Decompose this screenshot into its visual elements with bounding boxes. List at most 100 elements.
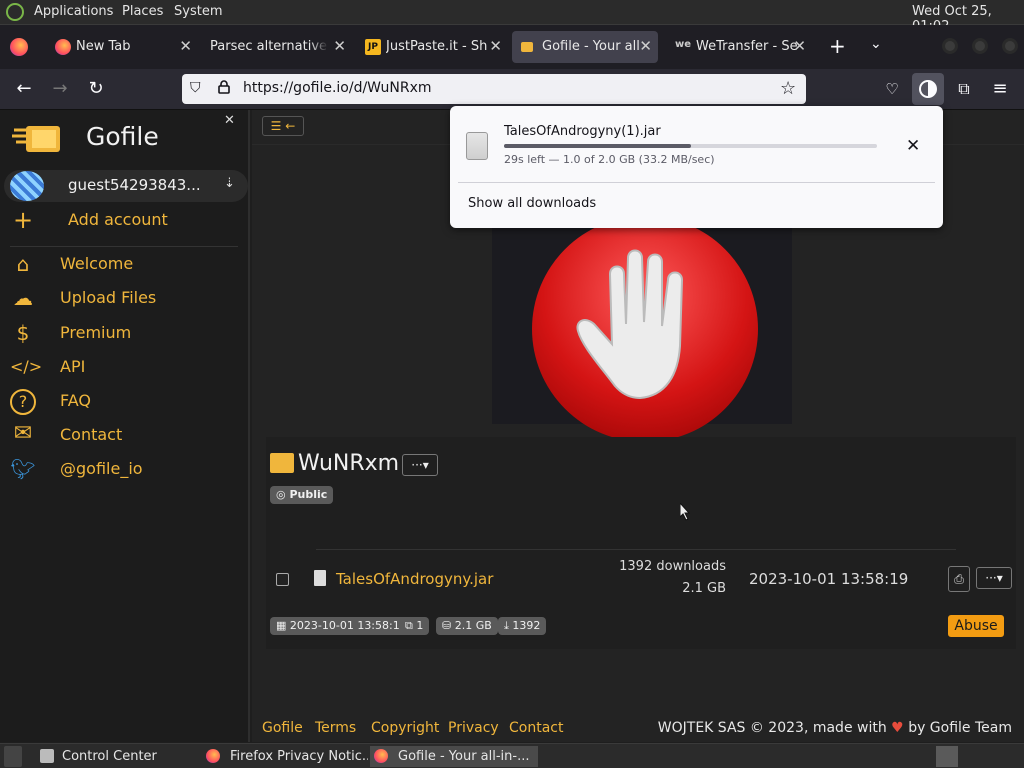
system-logo-icon[interactable] bbox=[6, 3, 24, 21]
tab-gofile[interactable]: Gofile - Your all ✕ bbox=[512, 31, 658, 63]
taskbar-item-label: Control Center bbox=[62, 749, 157, 764]
downloads-panel: TalesOfAndrogyny(1).jar 29s left — 1.0 o… bbox=[450, 106, 943, 228]
footer-link-privacy[interactable]: Privacy bbox=[448, 720, 499, 736]
footer-link-terms[interactable]: Terms bbox=[315, 720, 356, 736]
sidebar-item-twitter[interactable]: 🐦︎ @gofile_io bbox=[0, 455, 248, 485]
file-menu-button[interactable]: ···▾ bbox=[976, 567, 1012, 589]
footer-link-contact[interactable]: Contact bbox=[509, 720, 563, 736]
sidebar: Gofile ✕ guest54293843... ⇣ + Add accoun… bbox=[0, 110, 250, 742]
size-chip-label: 2.1 GB bbox=[454, 619, 492, 632]
visibility-label: Public bbox=[289, 488, 328, 501]
taskbar-item-gofile[interactable]: Gofile - Your all-in-... bbox=[370, 746, 538, 767]
date-chip: ▦ 2023-10-01 13:58:18 bbox=[270, 617, 413, 635]
bookmark-star-icon[interactable]: ☆ bbox=[780, 78, 796, 99]
file-size: 2.1 GB bbox=[682, 581, 726, 596]
hamburger-menu-icon[interactable]: ≡ bbox=[988, 77, 1012, 101]
extensions-puzzle-icon[interactable]: ⧉ bbox=[952, 77, 976, 101]
file-date: 2023-10-01 13:58:19 bbox=[749, 570, 909, 588]
close-icon[interactable]: ✕ bbox=[333, 37, 346, 55]
gofile-logo[interactable] bbox=[12, 120, 62, 154]
shield-icon[interactable]: ⛉ bbox=[190, 80, 201, 96]
folder-menu-button[interactable]: ···▾ bbox=[402, 454, 438, 476]
brand-title[interactable]: Gofile bbox=[86, 122, 159, 151]
url-bar[interactable]: ⛉ https://gofile.io/d/WuNRxm ☆ bbox=[182, 74, 806, 104]
divider bbox=[458, 182, 935, 183]
close-sidebar-icon[interactable]: ✕ bbox=[224, 113, 235, 128]
show-desktop-icon[interactable] bbox=[4, 746, 22, 767]
sidebar-item-label: FAQ bbox=[60, 391, 91, 410]
url-text[interactable]: https://gofile.io/d/WuNRxm bbox=[243, 80, 432, 96]
twitter-icon: 🐦︎ bbox=[10, 457, 36, 481]
avatar bbox=[10, 171, 44, 201]
downloads-button[interactable] bbox=[912, 73, 944, 105]
file-name-link[interactable]: TalesOfAndrogyny.jar bbox=[336, 570, 493, 588]
close-icon[interactable]: ✕ bbox=[793, 37, 806, 55]
taskbar-item-label: Gofile - Your all-in-... bbox=[398, 749, 530, 764]
gofile-icon bbox=[521, 42, 533, 52]
firefox-icon bbox=[206, 749, 220, 763]
taskbar-item-control-center[interactable]: Control Center bbox=[36, 746, 196, 767]
account-selector[interactable]: guest54293843... ⇣ bbox=[4, 170, 248, 202]
close-icon[interactable]: ✕ bbox=[639, 37, 652, 55]
download-progress-track bbox=[504, 144, 877, 148]
folder-name: WuNRxm bbox=[298, 451, 400, 476]
wetransfer-icon: we bbox=[675, 39, 692, 50]
firefox-menu-icon[interactable] bbox=[10, 38, 28, 56]
file-checkbox[interactable] bbox=[276, 573, 289, 586]
file-downloads: 1392 downloads bbox=[619, 559, 726, 574]
sidebar-item-premium[interactable]: $ Premium bbox=[0, 319, 248, 349]
sidebar-item-welcome[interactable]: ⌂ Welcome bbox=[0, 250, 248, 280]
stop-hand-icon bbox=[532, 216, 758, 442]
toggle-sidebar-button[interactable]: ☰ ← bbox=[262, 116, 304, 136]
tab-parsec[interactable]: Parsec alternative fo ✕ bbox=[200, 31, 352, 63]
menu-system[interactable]: System bbox=[174, 4, 222, 19]
minimize-window-icon[interactable] bbox=[942, 38, 958, 54]
show-all-downloads-button[interactable]: Show all downloads bbox=[468, 196, 596, 211]
close-icon[interactable]: ✕ bbox=[179, 37, 192, 55]
taskbar-item-firefox-privacy[interactable]: Firefox Privacy Notic... bbox=[202, 746, 368, 767]
sidebar-item-label: @gofile_io bbox=[60, 459, 143, 478]
new-tab-plus-icon[interactable]: + bbox=[829, 34, 846, 58]
download-filename[interactable]: TalesOfAndrogyny(1).jar bbox=[504, 124, 661, 139]
cancel-download-icon[interactable]: ✕ bbox=[906, 136, 920, 156]
close-icon[interactable]: ✕ bbox=[489, 37, 502, 55]
preview-image bbox=[492, 208, 792, 442]
sidebar-item-upload-files[interactable]: ☁ Upload Files bbox=[0, 284, 248, 314]
file-download-icon[interactable]: ⎙ bbox=[948, 566, 970, 592]
file-icon bbox=[314, 570, 326, 586]
abuse-button[interactable]: Abuse bbox=[948, 615, 1004, 637]
tab-new-tab[interactable]: New Tab ✕ bbox=[46, 31, 198, 63]
sidebar-item-label: Upload Files bbox=[60, 288, 157, 307]
add-account-button[interactable]: + Add account bbox=[0, 206, 248, 236]
tab-label: New Tab bbox=[76, 39, 131, 54]
pocket-icon[interactable]: ♡ bbox=[880, 77, 904, 101]
footer-link-copyright[interactable]: Copyright bbox=[371, 720, 439, 736]
home-icon: ⌂ bbox=[16, 252, 30, 276]
divider bbox=[316, 549, 956, 550]
lock-icon[interactable] bbox=[218, 80, 230, 94]
firefox-tray-icon[interactable] bbox=[936, 746, 958, 767]
list-tabs-chevron-icon[interactable]: ⌄ bbox=[870, 36, 882, 52]
tab-justpaste[interactable]: JP JustPaste.it - Sh ✕ bbox=[356, 31, 508, 63]
maximize-window-icon[interactable] bbox=[972, 38, 988, 54]
tab-wetransfer[interactable]: we WeTransfer - Se ✕ bbox=[666, 31, 812, 63]
sidebar-item-contact[interactable]: ✉ Contact bbox=[0, 421, 248, 451]
menu-places[interactable]: Places bbox=[122, 4, 163, 19]
taskbar: Control Center Firefox Privacy Notic... … bbox=[0, 743, 1024, 768]
sidebar-item-api[interactable]: </> API bbox=[0, 353, 248, 383]
back-arrow-icon[interactable]: ← bbox=[12, 77, 36, 101]
menu-applications[interactable]: Applications bbox=[34, 4, 113, 19]
sidebar-item-label: Contact bbox=[60, 425, 123, 444]
tab-bar: New Tab ✕ Parsec alternative fo ✕ JP Jus… bbox=[0, 25, 1024, 69]
code-icon: </> bbox=[10, 357, 43, 376]
footer-link-gofile[interactable]: Gofile bbox=[262, 720, 303, 736]
reload-icon[interactable]: ↻ bbox=[84, 77, 108, 101]
sidebar-item-label: API bbox=[60, 357, 86, 376]
files-count-chip: ⧉ 1 bbox=[399, 617, 430, 635]
chevron-down-icon[interactable]: ⇣ bbox=[224, 176, 235, 191]
close-window-icon[interactable] bbox=[1002, 38, 1018, 54]
sidebar-item-faq[interactable]: ? FAQ bbox=[0, 387, 248, 417]
folder-card: WuNRxm ···▾ ◎ Public TalesOfAndrogyny.ja… bbox=[266, 437, 1016, 649]
forward-arrow-icon[interactable]: → bbox=[48, 77, 72, 101]
visibility-badge: ◎ Public bbox=[270, 486, 334, 504]
